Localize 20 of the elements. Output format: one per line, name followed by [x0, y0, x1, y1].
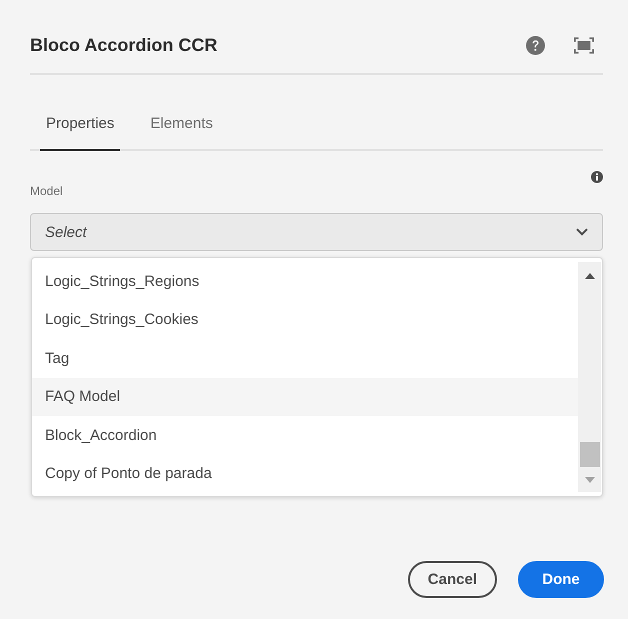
scroll-up-arrow-icon[interactable]	[584, 273, 594, 279]
dropdown-option[interactable]: Logic_Strings_Cookies	[32, 300, 578, 339]
fullscreen-icon[interactable]	[574, 36, 594, 54]
dialog-title: Bloco Accordion CCR	[30, 34, 218, 56]
tab[interactable]: Properties	[40, 105, 120, 151]
scrollbar[interactable]	[578, 262, 601, 492]
dropdown-option[interactable]: Block_Accordion	[32, 416, 578, 454]
tab[interactable]: Elements	[144, 105, 219, 151]
help-icon[interactable]	[526, 36, 545, 54]
dropdown-option[interactable]: FAQ Model	[32, 378, 578, 416]
dropdown-option[interactable]: Tag	[32, 339, 578, 378]
scrollbar-thumb[interactable]	[580, 442, 600, 467]
info-icon[interactable]	[591, 171, 603, 183]
model-select[interactable]: Select	[30, 213, 603, 251]
dropdown-option[interactable]: Copy of Ponto de parada	[32, 454, 578, 493]
field-label: Model	[30, 183, 63, 199]
chevron-down-icon	[576, 228, 588, 236]
done-button[interactable]: Done	[518, 561, 604, 598]
dropdown-option[interactable]: Logic_Strings_Regions	[32, 262, 578, 300]
cancel-button[interactable]: Cancel	[408, 561, 497, 598]
